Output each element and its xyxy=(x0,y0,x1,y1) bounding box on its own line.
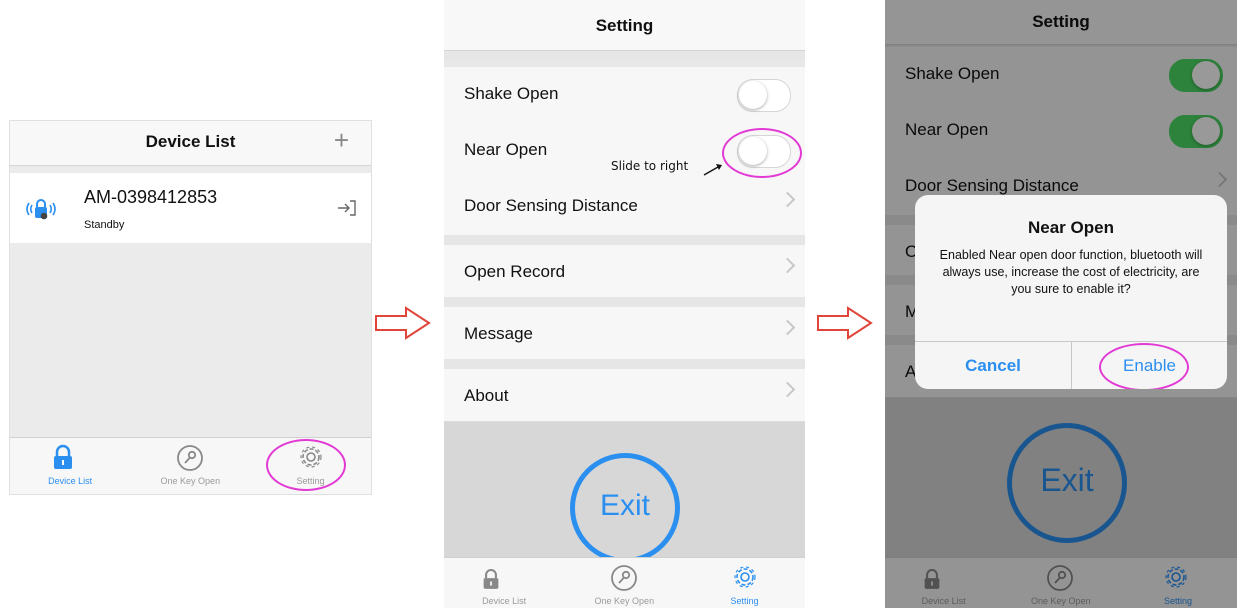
section-separator xyxy=(444,51,805,61)
row-about[interactable]: About xyxy=(444,369,805,422)
flow-arrow-icon xyxy=(816,305,874,341)
tab-device-list[interactable]: Device List xyxy=(444,558,564,608)
section-separator xyxy=(444,297,805,307)
section-separator xyxy=(444,235,805,245)
row-near-open: Near Open Slide to right xyxy=(444,123,805,180)
tab-label: Device List xyxy=(482,596,527,606)
annotation-text: Slide to right xyxy=(611,159,689,173)
dialog-message: Enabled Near open door function, bluetoo… xyxy=(939,248,1203,296)
page-title: Device List xyxy=(145,132,236,151)
key-icon xyxy=(177,445,204,471)
highlight-oval xyxy=(722,128,802,178)
tab-label: One Key Open xyxy=(594,596,655,606)
tab-bar: Device List One Key Open Setting xyxy=(444,557,805,608)
row-message[interactable]: Message xyxy=(444,307,805,360)
row-label: Door Sensing Distance xyxy=(464,196,638,215)
nav-bar: Setting xyxy=(444,0,805,51)
row-label: Shake Open xyxy=(464,84,559,103)
lock-bluetooth-icon xyxy=(24,197,58,221)
tab-setting[interactable]: Setting xyxy=(684,558,804,608)
setting-dialog-screen: Setting Shake Open Near Open Door Sensin… xyxy=(885,0,1237,608)
lock-icon xyxy=(483,569,499,589)
tab-label: Device List xyxy=(48,476,93,486)
near-open-dialog: Near Open Enabled Near open door functio… xyxy=(915,195,1227,389)
tab-label: Setting xyxy=(730,596,759,606)
highlight-oval xyxy=(266,439,346,491)
highlight-oval xyxy=(1099,343,1189,389)
tab-one-key-open[interactable]: One Key Open xyxy=(130,438,250,488)
flow-arrow-icon xyxy=(374,305,432,341)
annotation-arrow-icon xyxy=(703,164,722,176)
setting-screen: Setting Shake Open Near Open Slide to ri… xyxy=(444,0,805,608)
exit-button[interactable]: Exit xyxy=(570,453,680,563)
tab-device-list[interactable]: Device List xyxy=(10,438,130,488)
shake-open-toggle[interactable] xyxy=(737,79,791,112)
device-list-screen: Device List + AM-0398412853 Standby Devi… xyxy=(9,120,372,495)
row-label: Near Open xyxy=(464,140,548,159)
device-status: Standby xyxy=(84,219,125,231)
cancel-label: Cancel xyxy=(965,356,1021,375)
section-separator xyxy=(444,359,805,369)
lock-icon xyxy=(54,444,72,469)
key-icon xyxy=(611,565,638,591)
chevron-right-icon xyxy=(779,319,796,336)
device-row[interactable]: AM-0398412853 Standby xyxy=(10,173,371,243)
chevron-right-icon xyxy=(779,381,796,398)
row-shake-open: Shake Open xyxy=(444,67,805,124)
page-title: Setting xyxy=(595,16,654,35)
gear-icon xyxy=(734,566,757,588)
cancel-button[interactable]: Cancel xyxy=(915,342,1071,389)
row-open-record[interactable]: Open Record xyxy=(444,245,805,298)
tab-one-key-open[interactable]: One Key Open xyxy=(564,558,684,608)
row-label: About xyxy=(464,386,509,405)
exit-label: Exit xyxy=(599,489,650,522)
chevron-right-icon xyxy=(779,191,796,208)
device-name: AM-0398412853 xyxy=(84,187,218,207)
row-label: Message xyxy=(464,324,533,343)
chevron-right-icon xyxy=(779,257,796,274)
row-door-sensing-distance[interactable]: Door Sensing Distance xyxy=(444,179,805,236)
row-label: Open Record xyxy=(464,262,566,281)
tab-label: One Key Open xyxy=(160,476,221,486)
plus-icon[interactable]: + xyxy=(334,125,349,156)
dialog-title: Near Open xyxy=(1028,218,1114,237)
login-arrow-icon[interactable] xyxy=(337,199,357,217)
nav-bar: Device List + xyxy=(10,121,371,166)
